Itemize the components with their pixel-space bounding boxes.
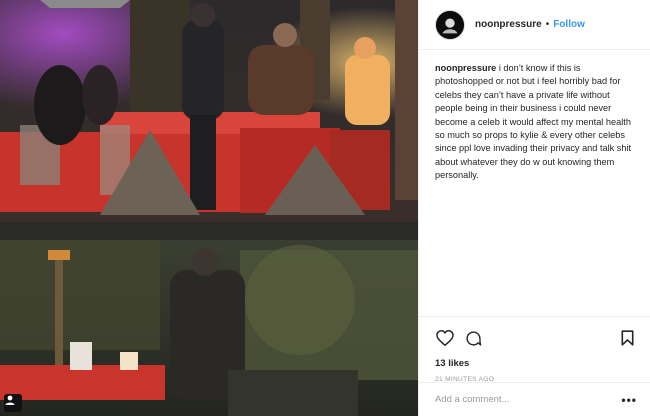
heart-icon[interactable] xyxy=(435,328,455,348)
user-tag-icon[interactable] xyxy=(4,394,22,412)
comment-bar: ••• xyxy=(419,382,650,416)
more-options-button[interactable]: ••• xyxy=(621,393,637,407)
post-header: noonpressure • Follow xyxy=(419,0,650,50)
post-caption: noonpressure i don’t know if this is pho… xyxy=(419,50,650,316)
header-username[interactable]: noonpressure xyxy=(475,19,542,30)
post-image xyxy=(0,0,418,416)
action-icons xyxy=(435,325,637,351)
bookmark-icon[interactable] xyxy=(617,328,637,348)
post-actions: 13 likes 21 MINUTES AGO xyxy=(419,316,650,383)
caption-username[interactable]: noonpressure xyxy=(435,63,496,73)
caption-text: i don’t know if this is photoshopped or … xyxy=(435,63,632,181)
post-photo[interactable] xyxy=(0,0,418,416)
likes-count[interactable]: 13 likes xyxy=(435,358,637,369)
comment-input[interactable] xyxy=(435,394,622,405)
follow-button[interactable]: Follow xyxy=(553,19,585,30)
header-separator: • xyxy=(545,19,550,30)
comment-icon[interactable] xyxy=(463,328,483,348)
avatar[interactable] xyxy=(435,9,465,40)
post-sidebar: noonpressure • Follow noonpressure i don… xyxy=(418,0,650,416)
